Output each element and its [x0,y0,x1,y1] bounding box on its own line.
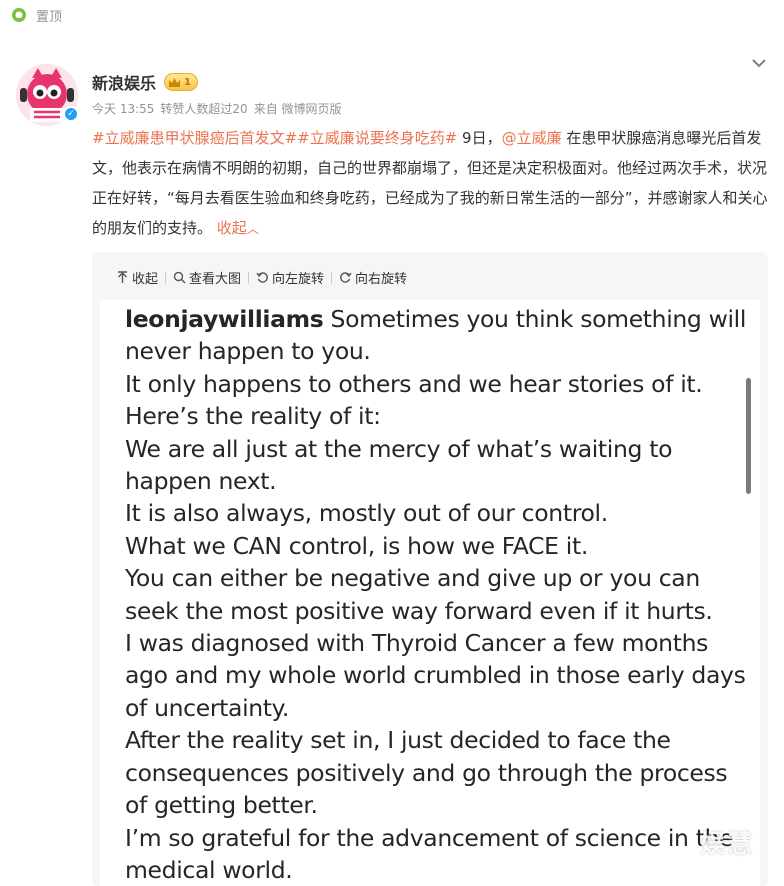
image-scrollbar[interactable] [746,378,751,494]
pin-icon [12,7,26,22]
verified-badge-icon: ✓ [63,106,79,122]
author-name[interactable]: 新浪娱乐 [92,70,156,94]
pinned-label: 置顶 [36,10,63,25]
caption-line: We are all just at the mercy of what’s w… [125,434,673,496]
caption-line: I was diagnosed with Thyroid Cancer a fe… [125,629,746,722]
collapse-image-label: 收起 [132,272,159,287]
image-caption: leonjaywilliams Sometimes you think some… [125,303,750,886]
topic-link[interactable]: #立威廉患甲状腺癌后首发文# [92,129,297,147]
caption-line: Here’s the reality of it: [125,402,381,431]
arrow-up-icon [118,271,127,283]
collapse-text-label: 收起 [216,219,247,237]
caption-line: It is also always, mostly out of our con… [125,499,608,528]
repost-count: 转赞人数超过20 [160,102,248,116]
post-text-date: 9日， [457,129,502,147]
post-body: #立威廉患甲状腺癌后首发文##立威廉说要终身吃药# 9日，@立威廉 在患甲状腺癌… [92,123,772,244]
rotate-left-icon [256,272,268,283]
view-large-label: 查看大图 [189,272,242,287]
mention-link[interactable]: @立威廉 [502,129,562,147]
post-time[interactable]: 今天 13:55 [92,100,154,117]
crown-icon [169,77,181,87]
post-source: 来自 微博网页版 [253,102,342,116]
caption-line: It only happens to others and we hear st… [125,369,703,398]
watermark-text: 娱慧 [700,829,755,858]
image-username: leonjaywilliams [125,305,324,333]
magnifier-icon [173,271,186,284]
vip-badge[interactable]: 1 [164,73,198,91]
collapse-text-button[interactable]: 收起︿ [217,219,259,237]
rotate-right-button[interactable]: 向右旋转 [332,268,414,287]
caption-line: What we CAN control, is how we FACE it. [125,531,588,560]
post-image[interactable]: leonjaywilliams Sometimes you think some… [100,300,760,886]
chevron-up-icon: ︿ [246,222,259,236]
rotate-left-button[interactable]: 向左旋转 [249,268,331,287]
view-large-button[interactable]: 查看大图 [166,268,248,287]
rotate-right-icon [340,272,352,283]
rotate-right-label: 向右旋转 [355,272,408,287]
topic-link[interactable]: #立威廉说要终身吃药# [297,129,457,147]
collapse-image-button[interactable]: 收起 [116,268,165,287]
pinned-indicator: 置顶 [10,6,62,25]
author-row: 新浪娱乐 1 [92,70,198,94]
caption-line: I’m so grateful for the advancement of s… [125,823,734,884]
caption-line: After the reality set in, I just decided… [125,726,728,820]
rotate-left-label: 向左旋转 [272,272,325,287]
chevron-down-icon[interactable] [748,52,770,74]
caption-line: You can either be negative and give up o… [125,564,713,625]
caption-line: leonjaywilliams Sometimes you think some… [125,303,750,368]
media-toolbar: 收起 查看大图 向左旋转 向右旋转 [116,268,414,287]
vip-level: 1 [184,76,191,88]
media-viewer: 收起 查看大图 向左旋转 向右旋转 leonjaywilliams Someti… [92,252,768,886]
post-meta: 今天 13:55 转赞人数超过20 来自 微博网页版 [92,100,342,117]
